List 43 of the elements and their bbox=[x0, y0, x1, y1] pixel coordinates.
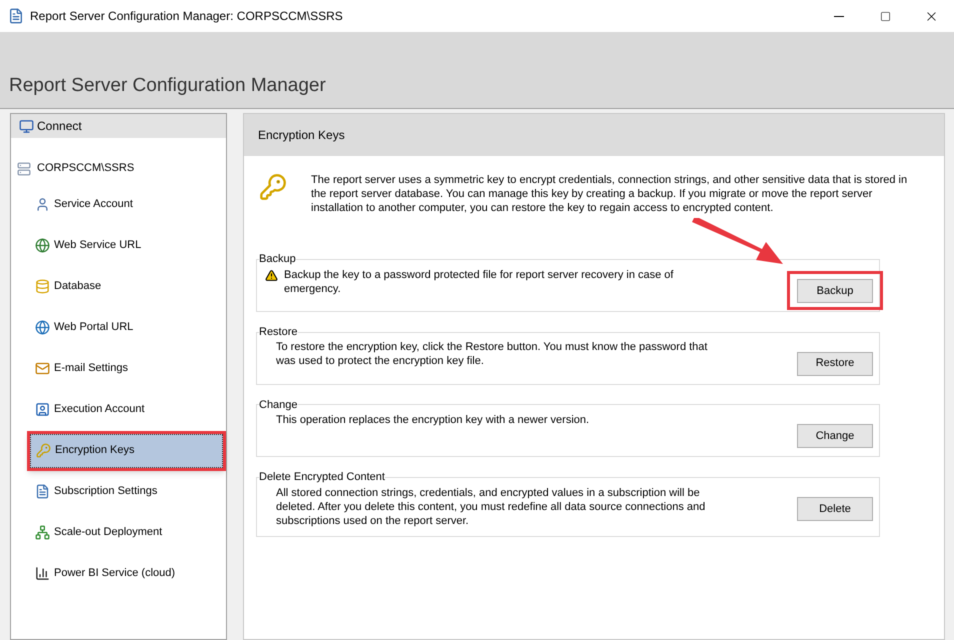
sidebar-item[interactable]: Service Account bbox=[30, 188, 223, 222]
server-icon bbox=[17, 162, 31, 176]
user-icon bbox=[35, 402, 50, 417]
sidebar-item[interactable]: Scale-out Deployment bbox=[30, 516, 223, 550]
network-icon bbox=[35, 525, 50, 540]
globe-icon bbox=[35, 320, 50, 335]
window-title: Report Server Configuration Manager: CORPSCCM\SSRS bbox=[30, 8, 343, 25]
section-title: Change bbox=[259, 398, 298, 412]
section-title: Restore bbox=[259, 324, 298, 340]
chart-icon bbox=[35, 566, 50, 581]
intro-text: The report server uses a symmetric key to encrypt credentials, connection strings, and other sensitive data that is stored in the report server database. You can manage this key by creating a backup. If you migrate or move the report server installation to another computer, you can restore the key to regain access to encrypted content. bbox=[311, 173, 908, 215]
connect-button[interactable]: Connect bbox=[11, 114, 226, 138]
sidebar-item[interactable]: Encryption Keys bbox=[30, 434, 223, 468]
section-text: This operation replaces the encryption key with a newer version. bbox=[275, 413, 590, 427]
server-name: CORPSCCM\SSRS bbox=[37, 161, 134, 176]
action-button[interactable]: Backup bbox=[797, 278, 873, 303]
maximize-icon bbox=[880, 10, 890, 22]
sidebar-item[interactable]: Database bbox=[30, 270, 223, 304]
sidebar-item[interactable]: Web Service URL bbox=[30, 228, 223, 262]
user-icon bbox=[35, 197, 50, 212]
action-button[interactable]: Change bbox=[797, 424, 873, 448]
page-title: Encryption Keys bbox=[258, 127, 345, 144]
document-icon bbox=[35, 484, 50, 499]
app-icon bbox=[8, 8, 24, 24]
key-icon bbox=[259, 173, 287, 201]
sidebar-item[interactable]: Web Portal URL bbox=[30, 310, 223, 344]
sidebar-item[interactable]: Subscription Settings bbox=[30, 474, 223, 508]
section-title: Backup bbox=[259, 252, 296, 267]
sidebar-item[interactable]: Execution Account bbox=[30, 392, 223, 426]
computer-icon bbox=[19, 118, 34, 134]
section-title: Delete Encrypted Content bbox=[259, 470, 385, 486]
sidebar-item[interactable]: E-mail Settings bbox=[30, 352, 223, 386]
key-icon bbox=[36, 443, 51, 458]
envelope-icon bbox=[35, 361, 50, 376]
section-text: To restore the encryption key, click the Restore button. You must know the password that was used to protect the encryption key file. bbox=[275, 340, 708, 368]
globe-icon bbox=[35, 238, 50, 253]
sidebar-item[interactable]: Power BI Service (cloud) bbox=[30, 556, 223, 590]
section-text: Backup the key to a password protected file for report server recovery in case of emergency. bbox=[284, 268, 674, 296]
action-button[interactable]: Delete bbox=[797, 497, 873, 521]
action-button[interactable]: Restore bbox=[797, 352, 873, 376]
database-icon bbox=[35, 279, 50, 294]
app-heading: Report Server Configuration Manager bbox=[9, 76, 326, 95]
section-text: All stored connection strings, credentials, and encrypted values in a subscription will be deleted. After you delete this content, you must redefine all data source connections and subscriptions used on the report server. bbox=[275, 486, 706, 528]
